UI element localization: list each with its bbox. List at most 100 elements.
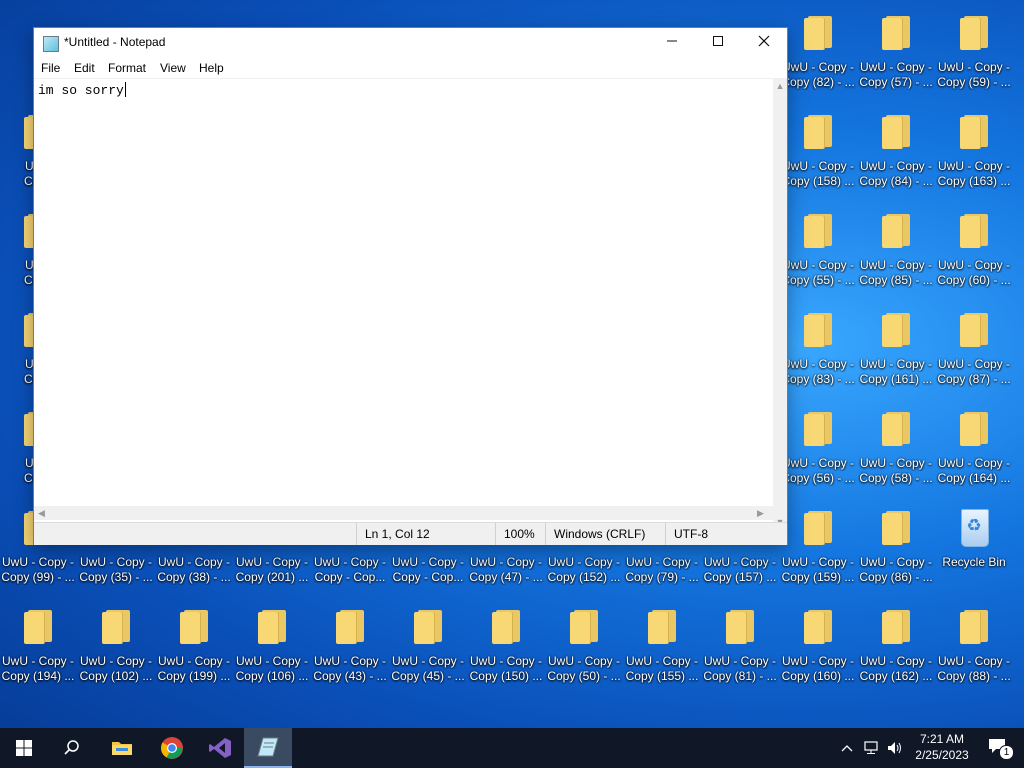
desktop-icon-label: Copy (82) - ... xyxy=(781,75,855,89)
desktop-folder-item[interactable]: UwU - Copy - Copy (155) ... xyxy=(624,602,700,694)
desktop-folder-item[interactable]: UwU - Copy - Copy (56) - ... xyxy=(780,404,856,496)
desktop-folder-item[interactable]: UwU - Copy - Copy (50) - ... xyxy=(546,602,622,694)
desktop-folder-item[interactable]: UwU - Copy - Copy (161) ... xyxy=(858,305,934,397)
desktop-folder-item[interactable]: UwU - Copy - Copy (87) - ... xyxy=(936,305,1012,397)
desktop-icon-label: Copy (160) ... xyxy=(781,669,855,683)
scroll-left-icon[interactable]: ◀ xyxy=(38,506,45,520)
desktop-icon-label: Copy (84) - ... xyxy=(859,174,933,188)
visual-studio-button[interactable] xyxy=(196,728,244,768)
network-button[interactable] xyxy=(860,728,882,768)
desktop-folder-item[interactable]: UwU - Copy - Copy (102) ... xyxy=(78,602,154,694)
minimize-button[interactable] xyxy=(649,28,695,58)
desktop-icon-label: UwU - Copy - xyxy=(469,654,542,668)
folder-icon xyxy=(804,509,832,545)
clock-time: 7:21 AM xyxy=(919,732,965,746)
desktop-folder-item[interactable]: UwU - Copy - Copy (57) - ... xyxy=(858,8,934,100)
desktop-folder-item[interactable]: UwU - Copy - Copy (45) - ... xyxy=(390,602,466,694)
desktop-icon-label: UwU - Copy - xyxy=(937,159,1010,173)
maximize-button[interactable] xyxy=(695,28,741,58)
desktop-icon-label: Copy (152) ... xyxy=(547,570,621,584)
desktop-icon-label: UwU - Copy - xyxy=(547,555,620,569)
folder-icon xyxy=(882,14,910,50)
desktop-icon-label: UwU - Copy - xyxy=(859,456,932,470)
volume-button[interactable] xyxy=(884,728,906,768)
desktop-folder-item[interactable]: UwU - Copy - Copy (81) - ... xyxy=(702,602,778,694)
network-icon xyxy=(864,741,878,754)
desktop-icon-label: Copy (199) ... xyxy=(157,669,231,683)
folder-icon xyxy=(414,608,442,644)
clock[interactable]: 7:21 AM 2/25/2023 xyxy=(908,728,976,768)
vertical-scrollbar[interactable]: ▲ ▼ xyxy=(773,78,787,530)
folder-icon xyxy=(960,14,988,50)
desktop-icon-label: Copy (159) ... xyxy=(781,570,855,584)
chrome-button[interactable] xyxy=(148,728,196,768)
desktop-icon-label: UwU - Copy - xyxy=(781,555,854,569)
desktop-icon-label: Copy (201) ... xyxy=(235,570,309,584)
desktop-icon-label: Copy (161) ... xyxy=(859,372,933,386)
menu-help[interactable]: Help xyxy=(199,61,224,75)
notepad-icon xyxy=(257,737,279,757)
desktop-folder-item[interactable]: UwU - Copy - Copy (164) ... xyxy=(936,404,1012,496)
desktop-folder-item[interactable]: UwU - Copy - Copy (58) - ... xyxy=(858,404,934,496)
desktop-icon-label: UwU - Copy - xyxy=(937,357,1010,371)
desktop-folder-item[interactable]: UwU - Copy - Copy (84) - ... xyxy=(858,107,934,199)
file-explorer-button[interactable] xyxy=(98,728,146,768)
windows-logo-icon xyxy=(16,740,32,756)
desktop-folder-item[interactable]: UwU - Copy - Copy (43) - ... xyxy=(312,602,388,694)
desktop-icon-label: Copy (88) - ... xyxy=(937,669,1011,683)
desktop-folder-item[interactable]: UwU - Copy - Copy (162) ... xyxy=(858,602,934,694)
start-button[interactable] xyxy=(0,728,48,768)
desktop-folder-item[interactable]: UwU - Copy - Copy (159) ... xyxy=(780,503,856,595)
folder-icon xyxy=(882,410,910,446)
desktop-icon-label: Copy (164) ... xyxy=(937,471,1011,485)
search-button[interactable] xyxy=(48,728,96,768)
desktop-folder-item[interactable]: UwU - Copy - Copy (88) - ... xyxy=(936,602,1012,694)
desktop-folder-item[interactable]: UwU - Copy - Copy (158) ... xyxy=(780,107,856,199)
desktop-icon-label: UwU - Copy - xyxy=(781,60,854,74)
status-zoom: 100% xyxy=(495,523,544,545)
action-center-button[interactable]: 1 xyxy=(980,728,1016,768)
speaker-icon xyxy=(888,742,901,754)
scroll-right-icon[interactable]: ▶ xyxy=(757,506,764,520)
desktop-folder-item[interactable]: UwU - Copy - Copy (82) - ... xyxy=(780,8,856,100)
horizontal-scrollbar[interactable]: ◀ ▶ xyxy=(34,506,773,520)
close-icon xyxy=(758,35,770,47)
menu-view[interactable]: View xyxy=(160,61,186,75)
desktop-icon-label: UwU - Copy - xyxy=(391,555,464,569)
close-button[interactable] xyxy=(741,28,787,58)
desktop-folder-item[interactable]: UwU - Copy - Copy (160) ... xyxy=(780,602,856,694)
desktop-folder-item[interactable]: UwU - Copy - Copy (55) - ... xyxy=(780,206,856,298)
desktop-icon-label: UwU - Copy - xyxy=(625,654,698,668)
folder-icon xyxy=(804,410,832,446)
show-hidden-icons-button[interactable] xyxy=(836,728,858,768)
folder-icon xyxy=(882,311,910,347)
desktop-icon-label: UwU - Copy - xyxy=(781,258,854,272)
desktop-icon-label: UwU - Copy - xyxy=(937,258,1010,272)
desktop-folder-item[interactable]: UwU - Copy - Copy (199) ... xyxy=(156,602,232,694)
desktop-icon-label: Copy (85) - ... xyxy=(859,273,933,287)
folder-icon xyxy=(258,608,286,644)
desktop-folder-item[interactable]: UwU - Copy - Copy (59) - ... xyxy=(936,8,1012,100)
menu-format[interactable]: Format xyxy=(108,61,146,75)
scroll-up-icon[interactable]: ▲ xyxy=(773,81,787,91)
desktop-icon-label: Copy (56) - ... xyxy=(781,471,855,485)
recycle-bin[interactable]: ♻ Recycle Bin xyxy=(936,503,1012,595)
desktop-icon-label: UwU - Copy - xyxy=(547,654,620,668)
desktop-folder-item[interactable]: UwU - Copy - Copy (83) - ... xyxy=(780,305,856,397)
desktop-icon-label: Copy (162) ... xyxy=(859,669,933,683)
text-editor[interactable]: im so sorry xyxy=(34,78,773,531)
desktop-folder-item[interactable]: UwU - Copy - Copy (163) ... xyxy=(936,107,1012,199)
notepad-titlebar[interactable]: *Untitled - Notepad xyxy=(34,28,787,58)
desktop-folder-item[interactable]: UwU - Copy - Copy (60) - ... xyxy=(936,206,1012,298)
menu-file[interactable]: File xyxy=(41,61,60,75)
desktop-folder-item[interactable]: UwU - Copy - Copy (150) ... xyxy=(468,602,544,694)
folder-icon xyxy=(102,608,130,644)
menu-edit[interactable]: Edit xyxy=(74,61,95,75)
notepad-taskbar-button[interactable] xyxy=(244,728,292,768)
desktop-folder-item[interactable]: UwU - Copy - Copy (194) ... xyxy=(0,602,76,694)
desktop-folder-item[interactable]: UwU - Copy - Copy (85) - ... xyxy=(858,206,934,298)
desktop-folder-item[interactable]: UwU - Copy - Copy (106) ... xyxy=(234,602,310,694)
desktop-folder-item[interactable]: UwU - Copy - Copy (86) - ... xyxy=(858,503,934,595)
desktop-icon-label: UwU - Copy - xyxy=(937,60,1010,74)
notepad-app-icon xyxy=(43,36,59,52)
